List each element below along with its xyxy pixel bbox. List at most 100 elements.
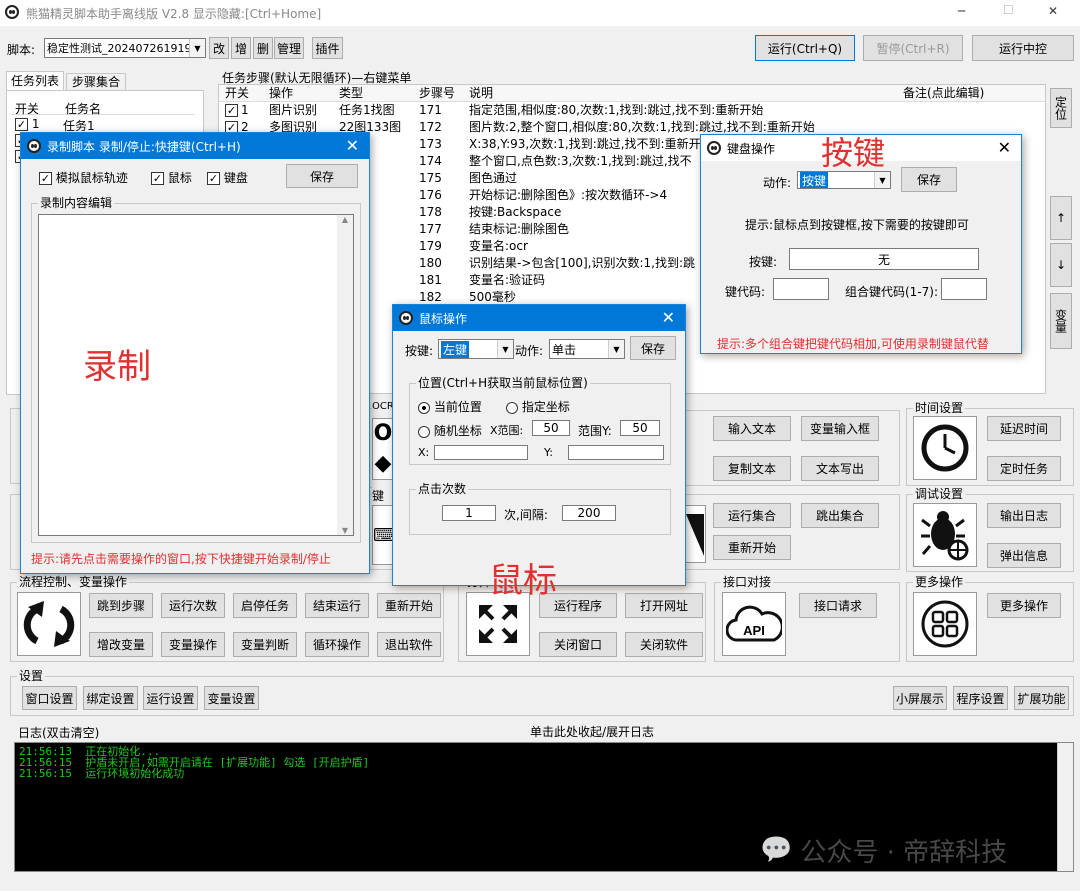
mouse-track-checkbox[interactable]: ✓ (39, 172, 52, 185)
x-input[interactable] (434, 445, 528, 460)
bug-icon[interactable] (913, 503, 977, 567)
more-ops-button[interactable]: 更多操作 (987, 593, 1061, 618)
variable-side-button[interactable]: 变量 (1050, 293, 1072, 349)
copy-text-button[interactable]: 复制文本 (713, 456, 791, 481)
window-settings-button[interactable]: 窗口设置 (22, 686, 77, 710)
mouse-option[interactable]: ✓ 鼠标 (151, 169, 192, 186)
x-range-input[interactable]: 50 (532, 420, 570, 436)
time-panel-title: 时间设置 (913, 401, 966, 415)
bind-settings-button[interactable]: 绑定设置 (83, 686, 138, 710)
edit-script-button[interactable]: 改 (209, 37, 229, 59)
set-icon[interactable] (686, 505, 706, 563)
mouse-dialog-titlebar[interactable]: 鼠标操作 ✕ (393, 305, 685, 331)
flow-row2-button-0[interactable]: 增改变量 (89, 632, 153, 657)
record-dialog-titlebar[interactable]: 录制脚本 录制/停止:快捷键(Ctrl+H) ✕ (21, 133, 369, 159)
log-toggle[interactable]: 单击此处收起/展开日志 (110, 722, 1074, 742)
flow-row1-button-4[interactable]: 重新开始 (377, 593, 441, 618)
delay-time-button[interactable]: 延迟时间 (987, 416, 1061, 441)
task-row-1[interactable]: ✓ 1 任务1 (15, 117, 195, 133)
close-icon[interactable]: ✕ (346, 136, 359, 155)
close-icon[interactable]: ✕ (998, 138, 1011, 157)
minimize-button[interactable]: ─ (958, 4, 965, 18)
mouse-action-value: 单击 (552, 342, 577, 357)
random-coord-radio[interactable] (418, 425, 430, 438)
click-times-input[interactable]: 1 (442, 505, 496, 521)
write-text-button[interactable]: 文本写出 (801, 456, 879, 481)
ocr-icon[interactable]: O ◆ (372, 418, 394, 480)
mouse-action-select[interactable]: 单击 ▼ (549, 339, 625, 359)
move-up-button[interactable]: ↑ (1050, 196, 1072, 240)
fixed-position-radio[interactable] (506, 401, 518, 414)
flow-row2-button-3[interactable]: 循环操作 (305, 632, 369, 657)
api-cloud-icon[interactable]: API (722, 592, 786, 656)
tab-step-set[interactable]: 步骤集合 (66, 73, 126, 91)
run-button[interactable]: 运行(Ctrl+Q) (755, 35, 855, 61)
flow-row2-button-4[interactable]: 退出软件 (377, 632, 441, 657)
fixed-position-option[interactable]: 指定坐标 (506, 398, 570, 415)
flow-row2-button-1[interactable]: 变量操作 (161, 632, 225, 657)
move-down-button[interactable]: ↓ (1050, 243, 1072, 287)
program-settings-button[interactable]: 程序设置 (953, 686, 1008, 710)
mouse-checkbox[interactable]: ✓ (151, 172, 164, 185)
mouse-key-select[interactable]: 左键 ▼ (438, 339, 514, 359)
step-checkbox[interactable]: ✓ (225, 104, 238, 117)
editor-scrollbar[interactable]: ▲ ▼ (337, 215, 353, 535)
input-text-button[interactable]: 输入文本 (713, 416, 791, 441)
keyboard-icon[interactable]: ⌨ (372, 505, 399, 565)
keyboard-action-select[interactable]: 按键 ▼ (797, 171, 891, 189)
run-center-button[interactable]: 运行中控 (972, 35, 1074, 61)
open-url-button[interactable]: 打开网址 (625, 593, 703, 618)
restart-set-button[interactable]: 重新开始 (713, 535, 791, 560)
api-request-button[interactable]: 接口请求 (799, 593, 877, 618)
current-position-option[interactable]: 当前位置 (418, 398, 482, 415)
record-save-button[interactable]: 保存 (286, 164, 358, 188)
close-software-button[interactable]: 关闭软件 (625, 632, 703, 657)
delete-script-button[interactable]: 删 (253, 37, 273, 59)
y-range-input[interactable]: 50 (620, 420, 660, 436)
add-script-button[interactable]: 增 (231, 37, 251, 59)
key-code-input[interactable] (773, 278, 829, 300)
mouse-save-button[interactable]: 保存 (630, 336, 676, 360)
clock-icon[interactable] (913, 416, 977, 480)
y-input[interactable] (568, 445, 664, 460)
variable-input-box-button[interactable]: 变量输入框 (801, 416, 879, 441)
key-input[interactable]: 无 (789, 248, 979, 270)
step-row[interactable]: ✓ 1 图片识别 任务1找图 171 指定范围,相似度:80,次数:1,找到:跳过,找不到… (219, 102, 1045, 119)
flow-row1-button-0[interactable]: 跳到步骤 (89, 593, 153, 618)
loop-arrows-icon[interactable] (17, 592, 81, 656)
close-window-action-button[interactable]: 关闭窗口 (539, 632, 617, 657)
random-coord-option[interactable]: 随机坐标 (418, 422, 482, 439)
locate-button[interactable]: 定位 (1050, 88, 1072, 128)
flow-row2-button-2[interactable]: 变量判断 (233, 632, 297, 657)
grid-icon[interactable] (913, 592, 977, 656)
expand-arrows-icon[interactable] (466, 592, 530, 656)
run-set-button[interactable]: 运行集合 (713, 503, 791, 528)
variable-settings-button[interactable]: 变量设置 (204, 686, 259, 710)
output-log-button[interactable]: 输出日志 (987, 503, 1061, 528)
flow-row1-button-1[interactable]: 运行次数 (161, 593, 225, 618)
flow-row1-button-2[interactable]: 启停任务 (233, 593, 297, 618)
task-checkbox[interactable]: ✓ (15, 118, 28, 131)
close-icon[interactable]: ✕ (662, 308, 675, 327)
maximize-button[interactable]: ☐ (1003, 3, 1014, 17)
small-screen-button[interactable]: 小屏展示 (893, 686, 947, 710)
keyboard-save-button[interactable]: 保存 (901, 167, 957, 192)
close-window-button[interactable]: ✕ (1048, 4, 1058, 18)
keyboard-option[interactable]: ✓ 键盘 (207, 169, 248, 186)
plugin-button[interactable]: 插件 (312, 37, 343, 59)
combo-code-input[interactable] (941, 278, 987, 300)
extend-function-button[interactable]: 扩展功能 (1014, 686, 1069, 710)
popup-info-button[interactable]: 弹出信息 (987, 543, 1061, 568)
pause-button[interactable]: 暂停(Ctrl+R) (863, 35, 963, 61)
run-settings-button[interactable]: 运行设置 (143, 686, 198, 710)
manage-script-button[interactable]: 管理 (274, 37, 304, 59)
exit-set-button[interactable]: 跳出集合 (801, 503, 879, 528)
current-position-radio[interactable] (418, 401, 430, 414)
scheduled-task-button[interactable]: 定时任务 (987, 456, 1061, 481)
keyboard-checkbox[interactable]: ✓ (207, 172, 220, 185)
flow-row1-button-3[interactable]: 结束运行 (305, 593, 369, 618)
tab-task-list[interactable]: 任务列表 (6, 71, 64, 91)
interval-input[interactable]: 200 (562, 505, 616, 521)
mouse-track-option[interactable]: ✓ 模拟鼠标轨迹 (39, 169, 128, 186)
script-select[interactable]: 稳定性测试_20240726191912 ▼ (44, 38, 206, 58)
